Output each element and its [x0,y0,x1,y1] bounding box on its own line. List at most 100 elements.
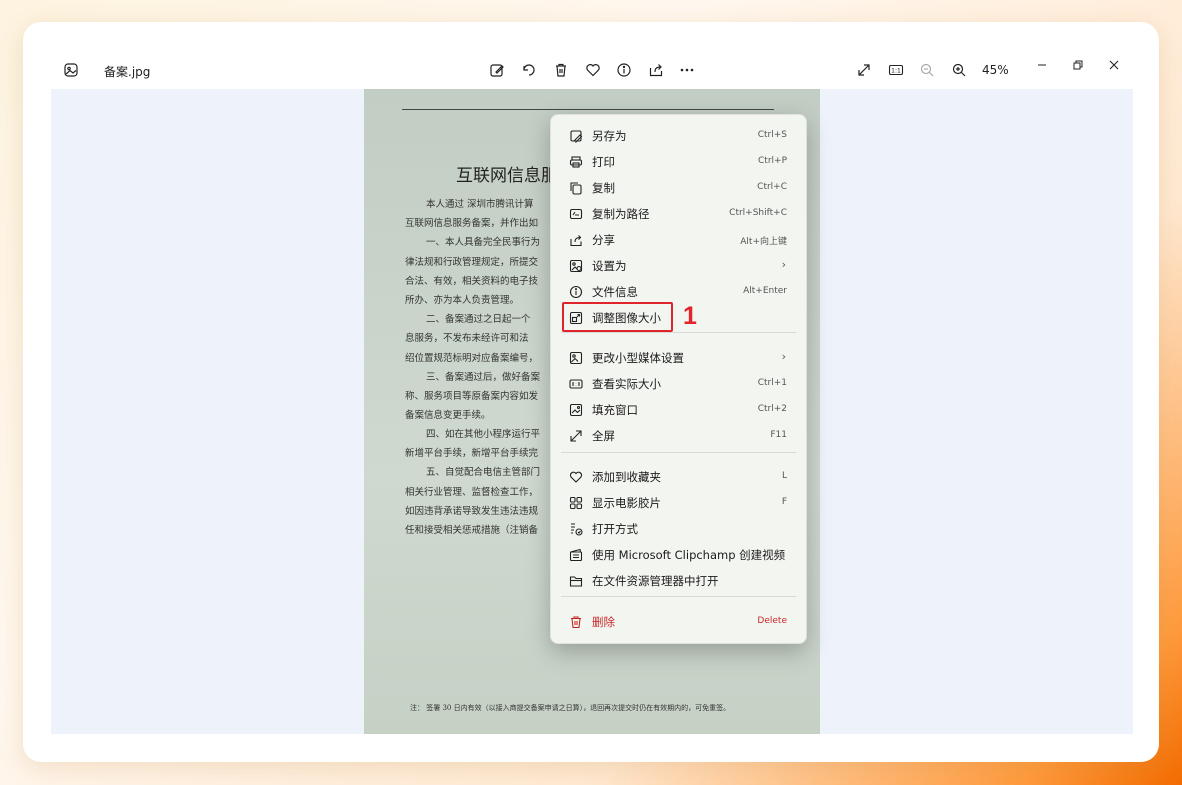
share-icon [569,232,583,247]
document-line: 所办、亦为本人负责管理。 [405,295,520,306]
menu-item-share[interactable]: 分享 Alt+向上键 [551,226,806,252]
menu-item-label: 使用 Microsoft Clipchamp 创建视频 [592,548,786,562]
menu-item-open-in-explorer[interactable]: 在文件资源管理器中打开 [551,567,806,593]
folder-icon [569,573,583,587]
menu-item-shortcut: F [781,497,787,507]
copy-icon [569,180,583,195]
document-title: 互联网信息服 [456,166,558,186]
menu-item-open-with[interactable]: 打开方式 [551,515,806,541]
menu-item-create-video-clipchamp[interactable]: 使用 Microsoft Clipchamp 创建视频 [551,541,806,567]
actual-size-icon [569,376,583,390]
media-settings-icon [569,350,583,365]
favorite-icon[interactable] [584,61,602,79]
menu-item-shortcut: Alt+Enter [743,286,787,296]
menu-item-label: 另存为 [592,129,627,143]
document-line: 合法、有效，相关资料的电子技 [405,276,539,287]
menu-item-label: 打开方式 [592,522,638,536]
menu-item-print[interactable]: 打印 Ctrl+P [551,148,806,174]
info-icon[interactable] [615,61,633,79]
menu-item-add-to-favorites[interactable]: 添加到收藏夹 L [551,463,806,489]
menu-item-view-actual-size[interactable]: 查看实际大小 Ctrl+1 [551,370,806,396]
menu-item-show-filmstrip[interactable]: 显示电影胶片 F [551,489,806,515]
expand-icon[interactable] [855,61,873,79]
set-as-icon [569,258,583,273]
menu-item-label: 在文件资源管理器中打开 [592,574,719,588]
menu-item-change-media-settings[interactable]: 更改小型媒体设置 › [551,344,806,370]
menu-item-label: 打印 [592,155,615,169]
file-name: 备案.jpg [104,65,151,79]
save-as-icon [569,128,583,143]
document-line: 备案信息变更手续。 [405,410,491,421]
print-icon [569,154,583,168]
zoom-out-icon[interactable] [918,61,936,79]
menu-item-fullscreen[interactable]: 全屏 F11 [551,422,806,448]
menu-item-shortcut: Alt+向上键 [740,237,787,247]
document-line: 二、备案通过之日起一个 [426,314,531,325]
menu-item-shortcut: Ctrl+2 [757,404,787,414]
menu-item-label: 添加到收藏夹 [592,470,661,484]
document-line: 任和接受相关惩戒措施（注销备 [405,525,539,536]
menu-item-label: 复制为路径 [592,207,650,221]
menu-item-shortcut: Ctrl+Shift+C [729,208,787,218]
document-line: 息服务，不发布未经许可和法 [405,333,529,344]
svg-text:1:1: 1:1 [891,68,901,75]
menu-item-shortcut: F11 [770,430,787,440]
annotation-step-number: 1 [683,302,697,330]
document-line: 五、自觉配合电信主管部门 [426,467,541,478]
menu-item-save-as[interactable]: 另存为 Ctrl+S [551,122,806,148]
menu-item-label: 显示电影胶片 [592,496,661,510]
menu-item-label: 文件信息 [592,285,638,299]
delete-icon[interactable] [552,61,570,79]
minimize-icon[interactable] [1033,56,1051,74]
menu-item-label: 更改小型媒体设置 [592,351,684,365]
menu-item-shortcut: Ctrl+P [758,156,787,166]
menu-item-label: 设置为 [592,259,627,273]
menu-item-delete[interactable]: 删除 Delete [551,608,806,634]
edit-icon[interactable] [488,61,506,79]
rotate-icon[interactable] [520,61,538,79]
menu-item-set-as[interactable]: 设置为 › [551,252,806,278]
menu-item-label: 复制 [592,181,615,195]
menu-item-label: 全屏 [592,429,615,443]
open-with-icon [569,521,583,536]
document-line: 绍位置规范标明对应备案编号， [405,353,539,364]
annotation-highlight-box [562,302,673,332]
menu-item-shortcut: Ctrl+C [757,182,787,192]
zoom-in-icon[interactable] [950,61,968,79]
document-line: 新增平台手续，新增平台手续完 [405,448,539,459]
fill-window-icon [569,402,583,417]
menu-item-fill-window[interactable]: 填充窗口 Ctrl+2 [551,396,806,422]
menu-item-copy[interactable]: 复制 Ctrl+C [551,174,806,200]
menu-item-label: 填充窗口 [592,403,638,417]
menu-item-shortcut: L [781,471,787,481]
chevron-right-icon: › [781,258,786,271]
restore-icon[interactable] [1069,56,1087,74]
document-line: 如因违背承诺导致发生违法违规 [405,506,539,517]
filmstrip-icon [569,495,583,510]
menu-item-file-info[interactable]: 文件信息 Alt+Enter [551,278,806,304]
menu-item-label: 查看实际大小 [592,377,661,391]
document-line: 本人通过 深圳市腾讯计算 [426,199,534,210]
document-line: 律法规和行政管理规定，所提交 [405,257,539,268]
close-icon[interactable] [1105,56,1123,74]
document-line: 一、本人具备完全民事行为 [426,237,541,248]
menu-item-copy-as-path[interactable]: 复制为路径 Ctrl+Shift+C [551,200,806,226]
menu-separator [561,452,796,453]
title-bar: 备案.jpg 1:1 45% [51,51,1133,89]
document-note: 注： 签署 30 日内有效（以接入商提交备案申请之日算），退回再次提交时仍在有效… [410,704,731,712]
menu-item-shortcut: Ctrl+1 [757,378,787,388]
document-line: 四、如在其他小程序运行平 [426,429,541,440]
document-line: 三、备案通过后，做好备案 [426,372,541,383]
copy-path-icon [569,206,583,220]
menu-item-shortcut: Ctrl+S [757,130,787,140]
document-line: 相关行业管理、监督检查工作， [405,487,539,498]
document-line: 称、服务项目等原备案内容如发 [405,391,539,402]
menu-separator [561,332,796,333]
share-icon[interactable] [647,61,665,79]
trash-icon [569,614,583,629]
menu-item-label: 分享 [592,233,615,247]
actual-size-icon[interactable]: 1:1 [887,61,905,79]
zoom-level[interactable]: 45% [982,63,1009,77]
more-icon[interactable] [678,61,696,79]
document-line: 互联网信息服务备案，并作出如 [405,218,539,229]
